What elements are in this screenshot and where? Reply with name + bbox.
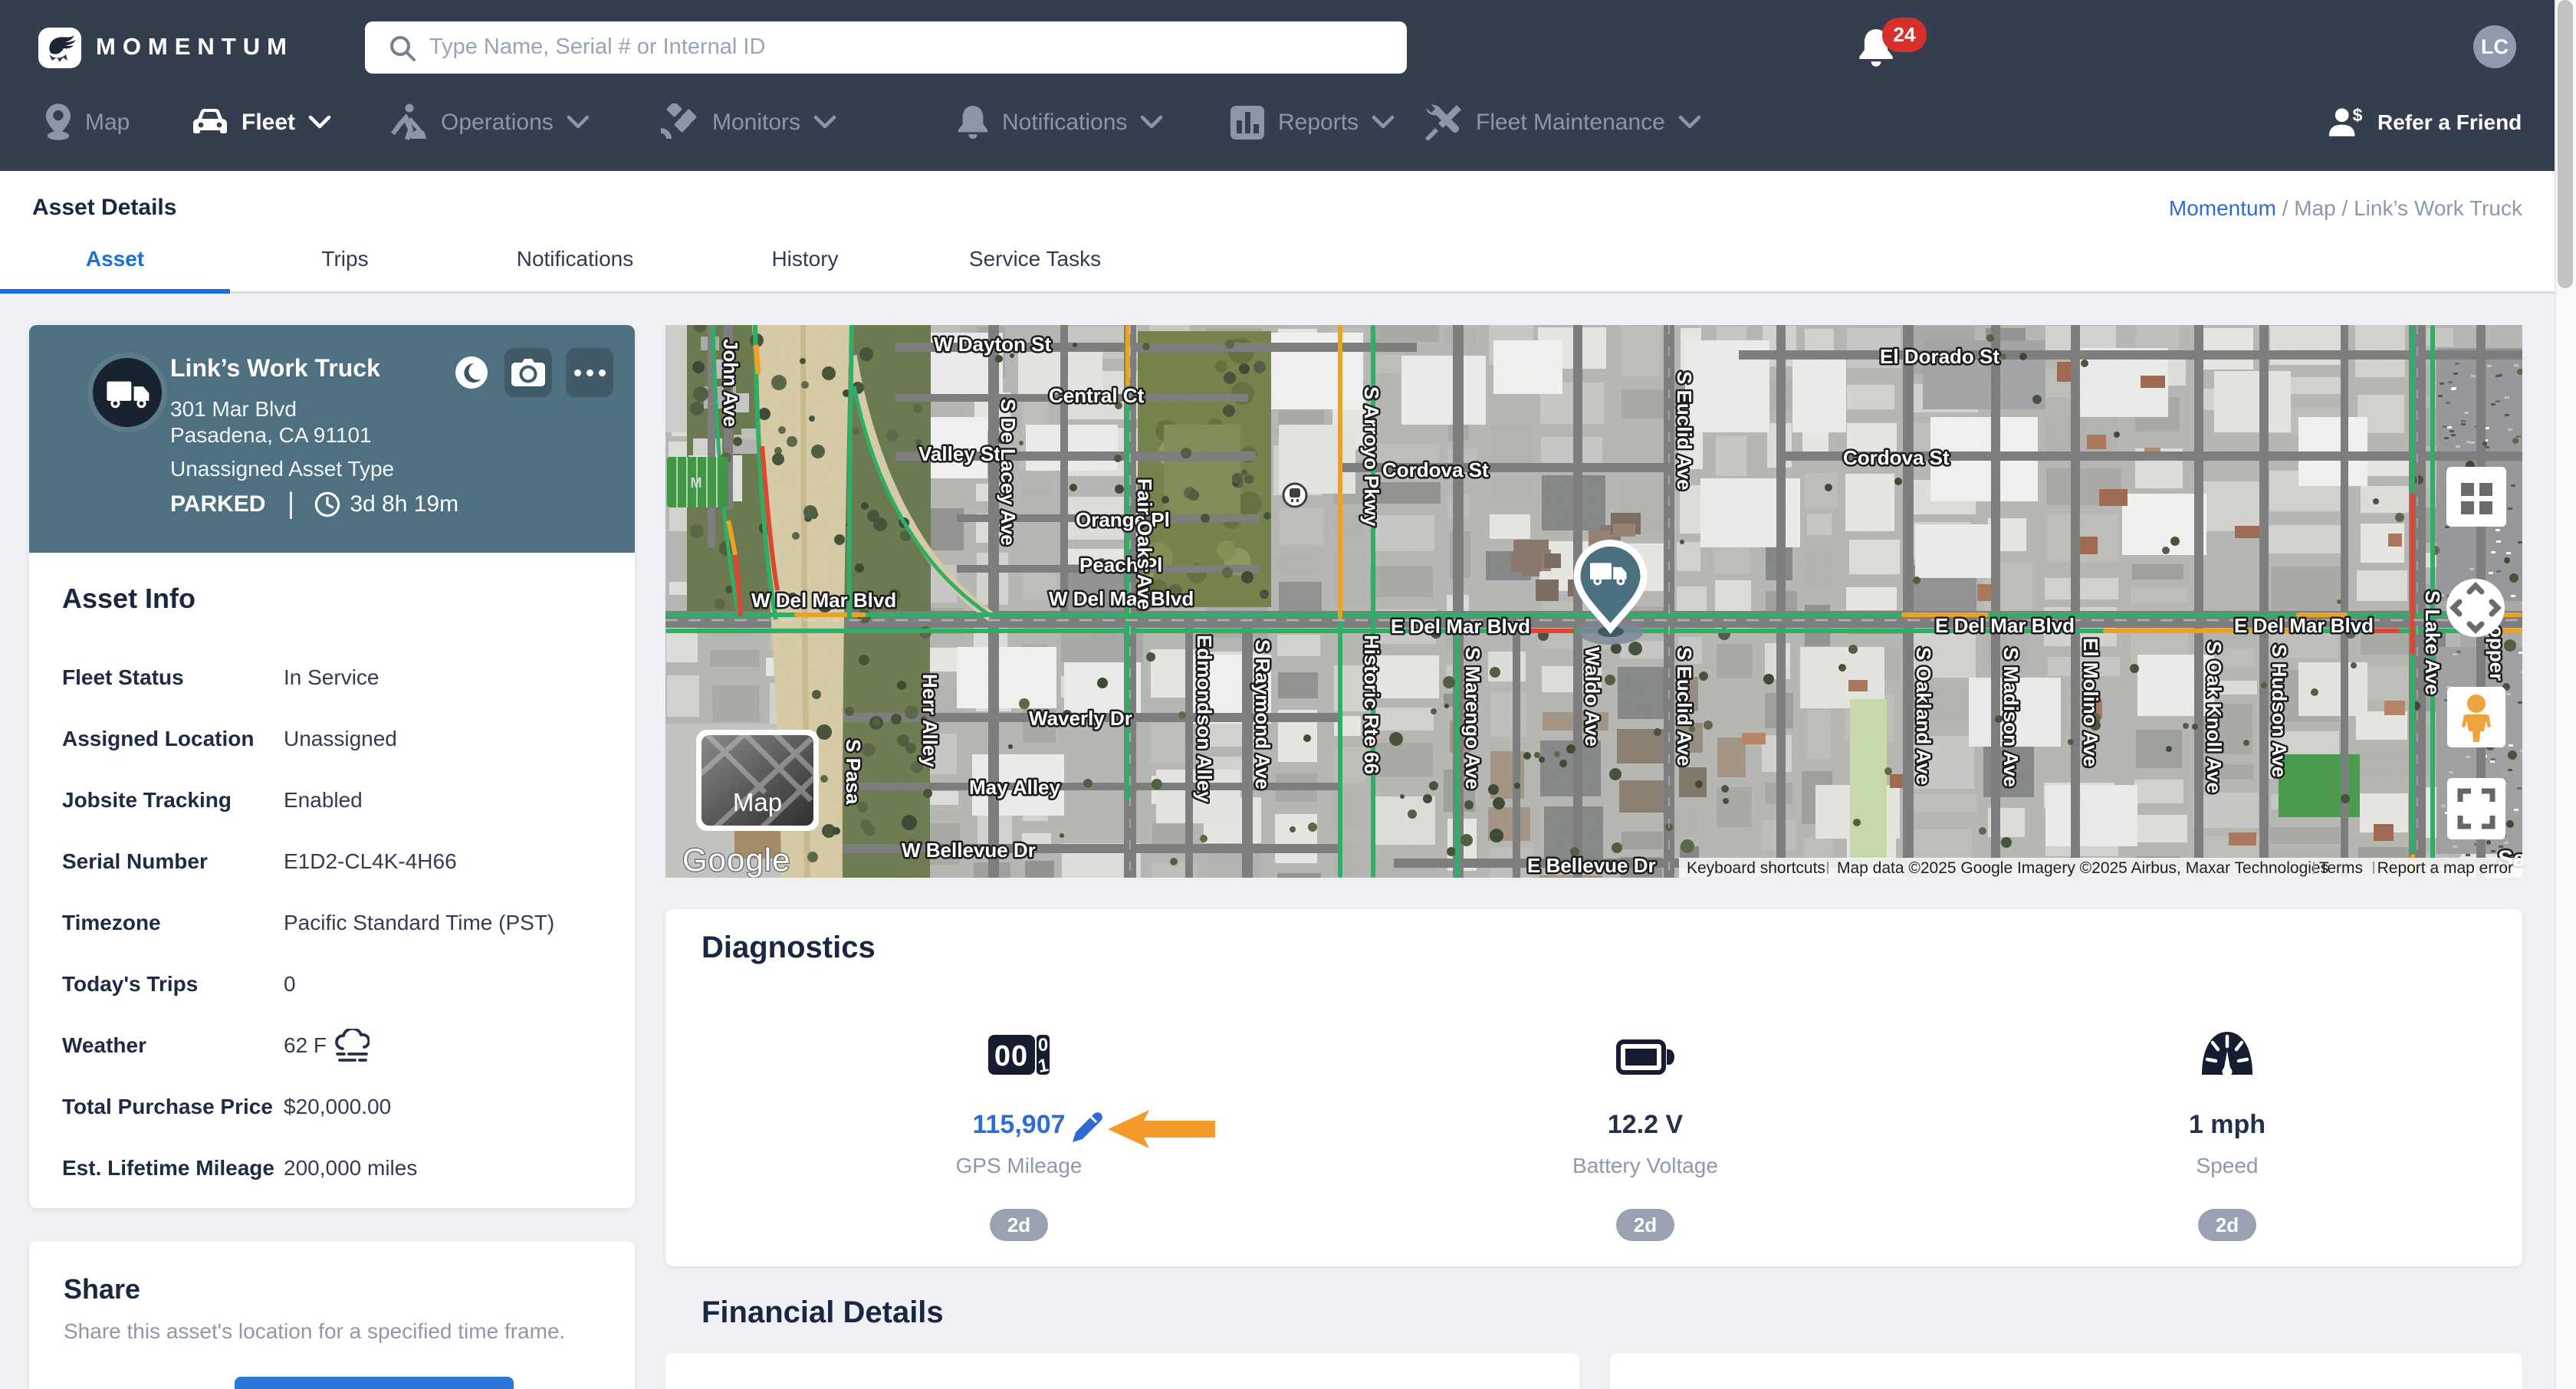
svg-text:Edmondson Alley: Edmondson Alley (1193, 635, 1216, 803)
svg-text:John Ave: John Ave (719, 339, 742, 427)
svg-text:W Bellevue Dr: W Bellevue Dr (902, 839, 1036, 862)
svg-text:Map data ©2025 Google Imagery: Map data ©2025 Google Imagery ©2025 Airb… (1837, 859, 2328, 877)
svg-text:S Marengo Ave: S Marengo Ave (1461, 647, 1484, 790)
svg-text:00: 00 (994, 1040, 1028, 1072)
svg-text:Keyboard shortcuts: Keyboard shortcuts (1687, 859, 1825, 877)
svg-text:S Pasa: S Pasa (842, 739, 865, 805)
svg-text:S Arroyo Pkwy: S Arroyo Pkwy (1360, 386, 1383, 527)
svg-text:W Del Mar Blvd: W Del Mar Blvd (1049, 587, 1194, 610)
svg-text:0: 0 (1038, 1035, 1048, 1056)
svg-text:Herr Alley: Herr Alley (918, 674, 941, 767)
svg-text:S Hudson Ave: S Hudson Ave (2268, 644, 2291, 777)
svg-text:S Euclid Ave: S Euclid Ave (1673, 647, 1696, 767)
svg-text:Valley St: Valley St (918, 442, 1001, 465)
svg-text:$: $ (2353, 105, 2363, 125)
svg-text:E Del Mar Blvd: E Del Mar Blvd (1391, 615, 1530, 638)
svg-text:Historic Rte 66: Historic Rte 66 (1360, 635, 1383, 774)
svg-text:Google: Google (682, 842, 790, 878)
svg-text:S De Lacey Ave: S De Lacey Ave (997, 399, 1020, 546)
svg-text:Central Ct: Central Ct (1049, 384, 1145, 407)
svg-text:W Dayton St: W Dayton St (934, 333, 1051, 356)
svg-text:S Euclid Ave: S Euclid Ave (1673, 371, 1696, 491)
svg-text:opper: opper (2486, 626, 2509, 681)
svg-text:S Lake Ave: S Lake Ave (2421, 590, 2444, 695)
svg-text:S Oakland Ave: S Oakland Ave (1912, 647, 1935, 785)
svg-text:W Del Mar Blvd: W Del Mar Blvd (751, 589, 896, 612)
svg-text:S Madison Ave: S Madison Ave (1999, 647, 2022, 787)
svg-text:E Bellevue Dr: E Bellevue Dr (1527, 854, 1656, 877)
svg-text:Map: Map (733, 788, 782, 816)
svg-text:Report a map error: Report a map error (2377, 859, 2513, 877)
svg-text:S Oak Knoll Ave: S Oak Knoll Ave (2203, 641, 2226, 793)
svg-text:Fair Oaks Ave: Fair Oaks Ave (1133, 478, 1156, 610)
svg-text:E Del Mar Blvd: E Del Mar Blvd (1935, 614, 2075, 637)
svg-text:Waldo Ave: Waldo Ave (1581, 647, 1604, 747)
svg-text:S Raymond Ave: S Raymond Ave (1251, 639, 1274, 790)
svg-text:Waverly Dr: Waverly Dr (1029, 707, 1132, 730)
svg-text:El Dorado St: El Dorado St (1880, 345, 1999, 368)
svg-text:E Del Mar Blvd: E Del Mar Blvd (2234, 614, 2374, 637)
svg-text:El Molino Ave: El Molino Ave (2079, 638, 2102, 767)
svg-text:Cordova St: Cordova St (1382, 458, 1489, 481)
svg-text:May Alley: May Alley (969, 776, 1061, 799)
svg-text:Terms: Terms (2319, 859, 2363, 877)
svg-text:Cordova St: Cordova St (1843, 446, 1950, 469)
